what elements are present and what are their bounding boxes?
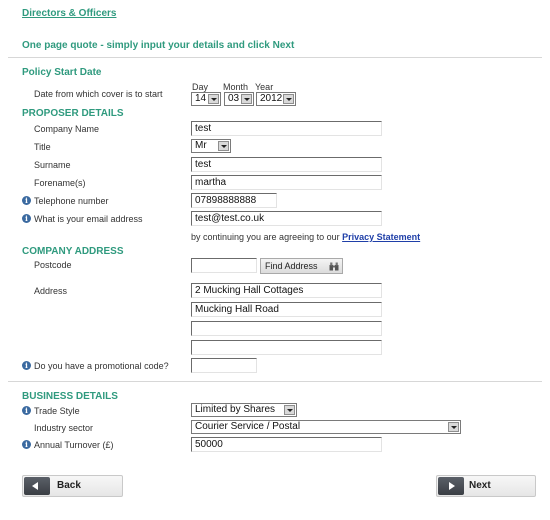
- business-section-title: BUSINESS DETAILS: [22, 391, 118, 402]
- policy-section-title: Policy Start Date: [22, 67, 102, 78]
- forename-label: Forename(s): [34, 178, 86, 188]
- trade-style-select[interactable]: Limited by Shares: [191, 403, 297, 417]
- arrow-left-icon: [24, 477, 50, 495]
- year-value: 2012: [260, 93, 283, 104]
- chevron-down-icon: [208, 94, 219, 104]
- title-label: Title: [34, 142, 51, 152]
- surname-input[interactable]: test: [191, 157, 382, 172]
- address-line4-input[interactable]: [191, 340, 382, 355]
- info-icon[interactable]: i: [22, 361, 31, 370]
- chevron-down-icon: [283, 94, 294, 104]
- trade-style-value: Limited by Shares: [195, 404, 276, 415]
- divider: [8, 381, 542, 382]
- consent-prefix: by continuing you are agreeing to our: [191, 232, 340, 242]
- consent-text: by continuing you are agreeing to our Pr…: [191, 232, 420, 242]
- email-label: What is your email address: [34, 214, 143, 224]
- industry-sector-value: Courier Service / Postal: [195, 421, 301, 432]
- intro-text: One page quote - simply input your detai…: [22, 40, 295, 51]
- email-input[interactable]: test@test.co.uk: [191, 211, 382, 226]
- info-icon[interactable]: i: [22, 406, 31, 415]
- back-label: Back: [57, 480, 81, 491]
- start-date-label: Date from which cover is to start: [34, 89, 163, 99]
- address-line2-input[interactable]: Mucking Hall Road: [191, 302, 382, 317]
- year-header: Year: [255, 82, 274, 92]
- info-icon[interactable]: i: [22, 196, 31, 205]
- month-header: Month: [223, 82, 249, 92]
- day-select[interactable]: 14: [191, 92, 221, 106]
- industry-sector-select[interactable]: Courier Service / Postal: [191, 420, 461, 434]
- postcode-label: Postcode: [34, 260, 72, 270]
- address-section-title: COMPANY ADDRESS: [22, 246, 124, 257]
- month-select[interactable]: 03: [224, 92, 254, 106]
- info-icon[interactable]: i: [22, 214, 31, 223]
- breadcrumb-link[interactable]: Directors & Officers: [22, 8, 116, 19]
- find-address-button[interactable]: Find Address: [260, 258, 343, 274]
- divider: [8, 57, 542, 58]
- info-icon[interactable]: i: [22, 440, 31, 449]
- trade-style-label: Trade Style: [34, 406, 80, 416]
- annual-turnover-input[interactable]: 50000: [191, 437, 382, 452]
- annual-turnover-label: Annual Turnover (£): [34, 440, 114, 450]
- day-value: 14: [195, 93, 207, 104]
- company-name-label: Company Name: [34, 124, 100, 134]
- industry-sector-label: Industry sector: [34, 423, 94, 433]
- next-label: Next: [469, 480, 491, 491]
- telephone-label: Telephone number: [34, 196, 109, 206]
- address-line3-input[interactable]: [191, 321, 382, 336]
- postcode-input[interactable]: [191, 258, 257, 273]
- telephone-input[interactable]: 07898888888: [191, 193, 277, 208]
- company-name-input[interactable]: test: [191, 121, 382, 136]
- chevron-down-icon: [218, 141, 229, 151]
- title-select[interactable]: Mr: [191, 139, 231, 153]
- find-address-label: Find Address: [265, 261, 318, 271]
- proposer-section-title: PROPOSER DETAILS: [22, 108, 124, 119]
- month-value: 03: [228, 93, 240, 104]
- promo-code-label: Do you have a promotional code?: [34, 361, 169, 371]
- day-header: Day: [192, 82, 209, 92]
- arrow-right-icon: [438, 477, 464, 495]
- year-select[interactable]: 2012: [256, 92, 296, 106]
- address-label: Address: [34, 286, 68, 296]
- forename-input[interactable]: martha: [191, 175, 382, 190]
- surname-label: Surname: [34, 160, 71, 170]
- back-button[interactable]: Back: [22, 475, 123, 497]
- chevron-down-icon: [448, 422, 459, 432]
- next-button[interactable]: Next: [436, 475, 536, 497]
- promo-code-input[interactable]: [191, 358, 257, 373]
- privacy-statement-link[interactable]: Privacy Statement: [342, 232, 420, 242]
- binoculars-icon: [329, 262, 339, 271]
- chevron-down-icon: [284, 405, 295, 415]
- chevron-down-icon: [241, 94, 252, 104]
- address-line1-input[interactable]: 2 Mucking Hall Cottages: [191, 283, 382, 298]
- title-value: Mr: [195, 140, 207, 151]
